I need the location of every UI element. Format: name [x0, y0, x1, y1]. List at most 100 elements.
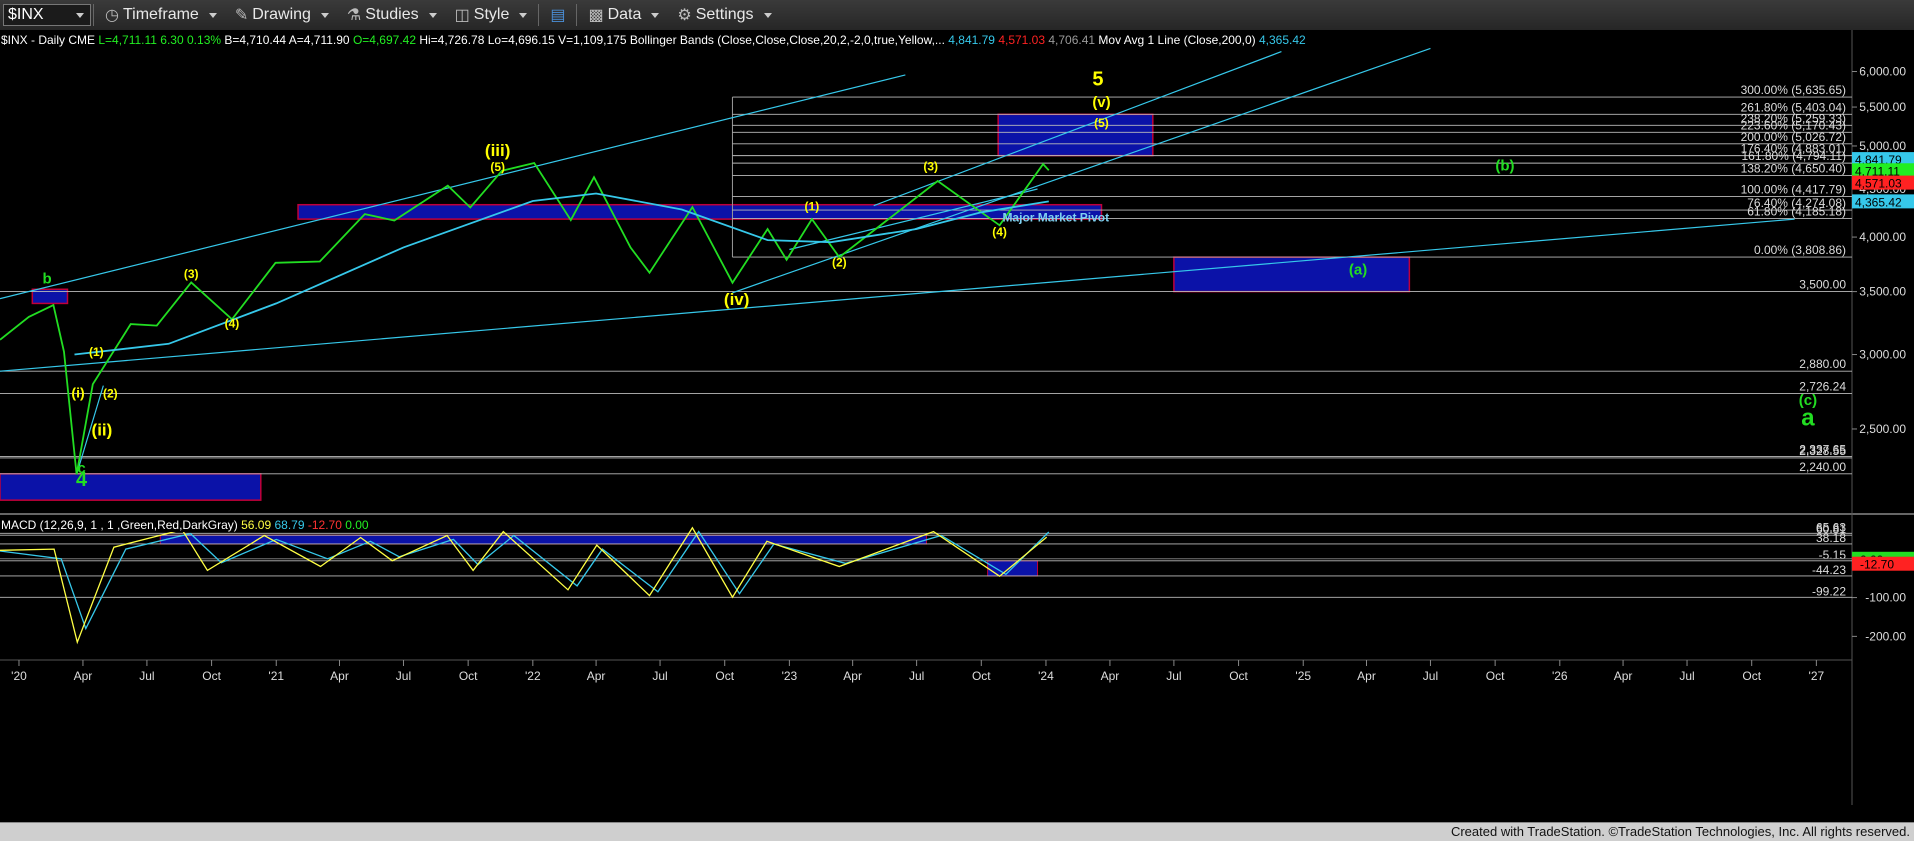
settings-button[interactable]: ⚙ Settings — [668, 1, 780, 29]
time-tick-label: '26 — [1552, 669, 1568, 683]
price-tick-label: 5,500.00 — [1859, 100, 1906, 114]
macd-header: MACD (12,26,9, 1 , 1 ,Green,Red,DarkGray… — [1, 518, 369, 532]
copyright-text: Created with TradeStation. ©TradeStation… — [1450, 824, 1910, 839]
chart-background — [0, 30, 1914, 822]
price-header-item: Lo=4,696.15 — [484, 33, 555, 47]
zone-box — [0, 473, 262, 501]
timeframe-icon: ◷ — [105, 7, 119, 24]
studies-button[interactable]: ⚗ Studies — [338, 1, 446, 29]
time-tick-label: Apr — [587, 669, 606, 683]
macd-header-item: 0.00 — [342, 518, 369, 532]
price-header-item: A=4,711.90 — [286, 33, 350, 47]
layout-button[interactable]: ▤ — [541, 1, 574, 29]
settings-icon: ⚙ — [677, 7, 692, 24]
wave-label: (a) — [1349, 261, 1367, 278]
wave-label: (5) — [1094, 116, 1109, 130]
data-icon: ▩ — [588, 7, 604, 24]
price-header-item: 0.13% — [184, 33, 222, 47]
price-tag-label: 4,365.42 — [1855, 195, 1902, 209]
price-tick-label: 3,000.00 — [1859, 348, 1906, 362]
price-tick-label: 6,000.00 — [1859, 65, 1906, 79]
level-label: 2,240.00 — [1799, 460, 1846, 474]
time-tick-label: '27 — [1809, 669, 1825, 683]
level-label: 2,880.00 — [1799, 357, 1846, 371]
data-label: Data — [607, 6, 642, 23]
time-tick-label: Jul — [396, 669, 411, 683]
time-tick-label: Jul — [1166, 669, 1181, 683]
fib-level-label: 61.80% (4,185.18) — [1747, 205, 1846, 219]
data-button[interactable]: ▩ Data — [579, 1, 668, 29]
time-tick-label: Apr — [843, 669, 862, 683]
drawing-button[interactable]: ✎ Drawing — [226, 1, 338, 29]
level-label: 3,500.00 — [1799, 278, 1846, 292]
layout-icon: ▤ — [550, 7, 566, 24]
price-header-item: 6.30 — [157, 33, 184, 47]
macd-tick-label: -200.00 — [1865, 629, 1906, 643]
time-tick-label: Apr — [1357, 669, 1376, 683]
price-header-item: Mov Avg 1 Line (Close,200,0) — [1095, 33, 1256, 47]
style-label: Style — [473, 6, 510, 23]
time-tick-label: '21 — [268, 669, 284, 683]
price-header-item: V=1,109,175 — [555, 33, 627, 47]
fib-level-label: 0.00% (3,808.86) — [1754, 243, 1846, 257]
timeframe-button[interactable]: ◷ Timeframe — [96, 1, 226, 29]
macd-level-label: -99.22 — [1812, 584, 1846, 598]
wave-label: (2) — [832, 256, 847, 270]
chart[interactable]: 300.00% (5,635.65)261.80% (5,403.04)238.… — [0, 30, 1914, 822]
price-tick-label: 4,000.00 — [1859, 230, 1906, 244]
wave-label: (iv) — [724, 290, 750, 309]
time-tick-label: Oct — [972, 669, 991, 683]
chevron-down-icon — [763, 12, 772, 18]
time-tick-label: Jul — [652, 669, 667, 683]
wave-label: 4 — [76, 469, 88, 491]
wave-label: a — [1801, 405, 1815, 432]
drawing-label: Drawing — [252, 6, 311, 23]
wave-label: (b) — [1495, 157, 1514, 174]
footer: Created with TradeStation. ©TradeStation… — [0, 822, 1914, 841]
price-header-item: 4,365.42 — [1256, 33, 1306, 47]
price-header-item: O=4,697.42 — [350, 33, 417, 47]
macd-tag-label: -12.70 — [1860, 558, 1894, 572]
macd-header-item: -12.70 — [305, 518, 343, 532]
wave-label: (4) — [992, 225, 1007, 239]
time-tick-label: Jul — [1679, 669, 1694, 683]
chevron-down-icon — [428, 12, 437, 18]
toolbar: $INX ◷ Timeframe ✎ Drawing ⚗ Studies ◫ S… — [0, 0, 1914, 31]
price-header-item: Bollinger Bands (Close,Close,Close,20,2,… — [627, 33, 945, 47]
chevron-down-icon — [208, 12, 217, 18]
price-tick-label: 2,500.00 — [1859, 422, 1906, 436]
price-header-item: 4,571.03 — [995, 33, 1045, 47]
time-tick-label: '25 — [1295, 669, 1311, 683]
wave-label: (4) — [225, 317, 240, 331]
price-header-item: 4,706.41 — [1045, 33, 1095, 47]
symbol-box[interactable]: $INX — [3, 4, 91, 26]
chevron-down-icon — [76, 13, 84, 18]
wave-label: (v) — [1092, 94, 1110, 111]
time-tick-label: Oct — [1229, 669, 1248, 683]
macd-level-label: -44.23 — [1812, 563, 1846, 577]
toolbar-divider — [538, 4, 540, 26]
wave-label: (3) — [184, 267, 199, 281]
time-tick-label: Oct — [202, 669, 221, 683]
timeframe-label: Timeframe — [122, 6, 199, 23]
settings-label: Settings — [695, 6, 754, 23]
macd-header-item: 68.79 — [271, 518, 305, 532]
macd-tick-label: -100.00 — [1865, 591, 1906, 605]
price-header-item: $INX - Daily CME — [1, 33, 95, 47]
time-tick-label: Apr — [1614, 669, 1633, 683]
price-tag-label: 4,571.03 — [1855, 177, 1902, 191]
time-tick-label: Oct — [715, 669, 734, 683]
style-button[interactable]: ◫ Style — [446, 1, 537, 29]
time-tick-label: '20 — [11, 669, 27, 683]
studies-icon: ⚗ — [346, 7, 362, 24]
time-tick-label: Apr — [330, 669, 349, 683]
time-tick-label: Apr — [74, 669, 93, 683]
price-tick-label: 5,000.00 — [1859, 139, 1906, 153]
wave-label: 5 — [1092, 68, 1103, 90]
time-tick-label: Oct — [1742, 669, 1761, 683]
time-tick-label: Oct — [1486, 669, 1505, 683]
wave-label: (iii) — [485, 141, 511, 160]
price-header-item: L=4,711.11 — [95, 33, 157, 47]
time-tick-label: Jul — [139, 669, 154, 683]
price-header-item: B=4,710.44 — [221, 33, 286, 47]
